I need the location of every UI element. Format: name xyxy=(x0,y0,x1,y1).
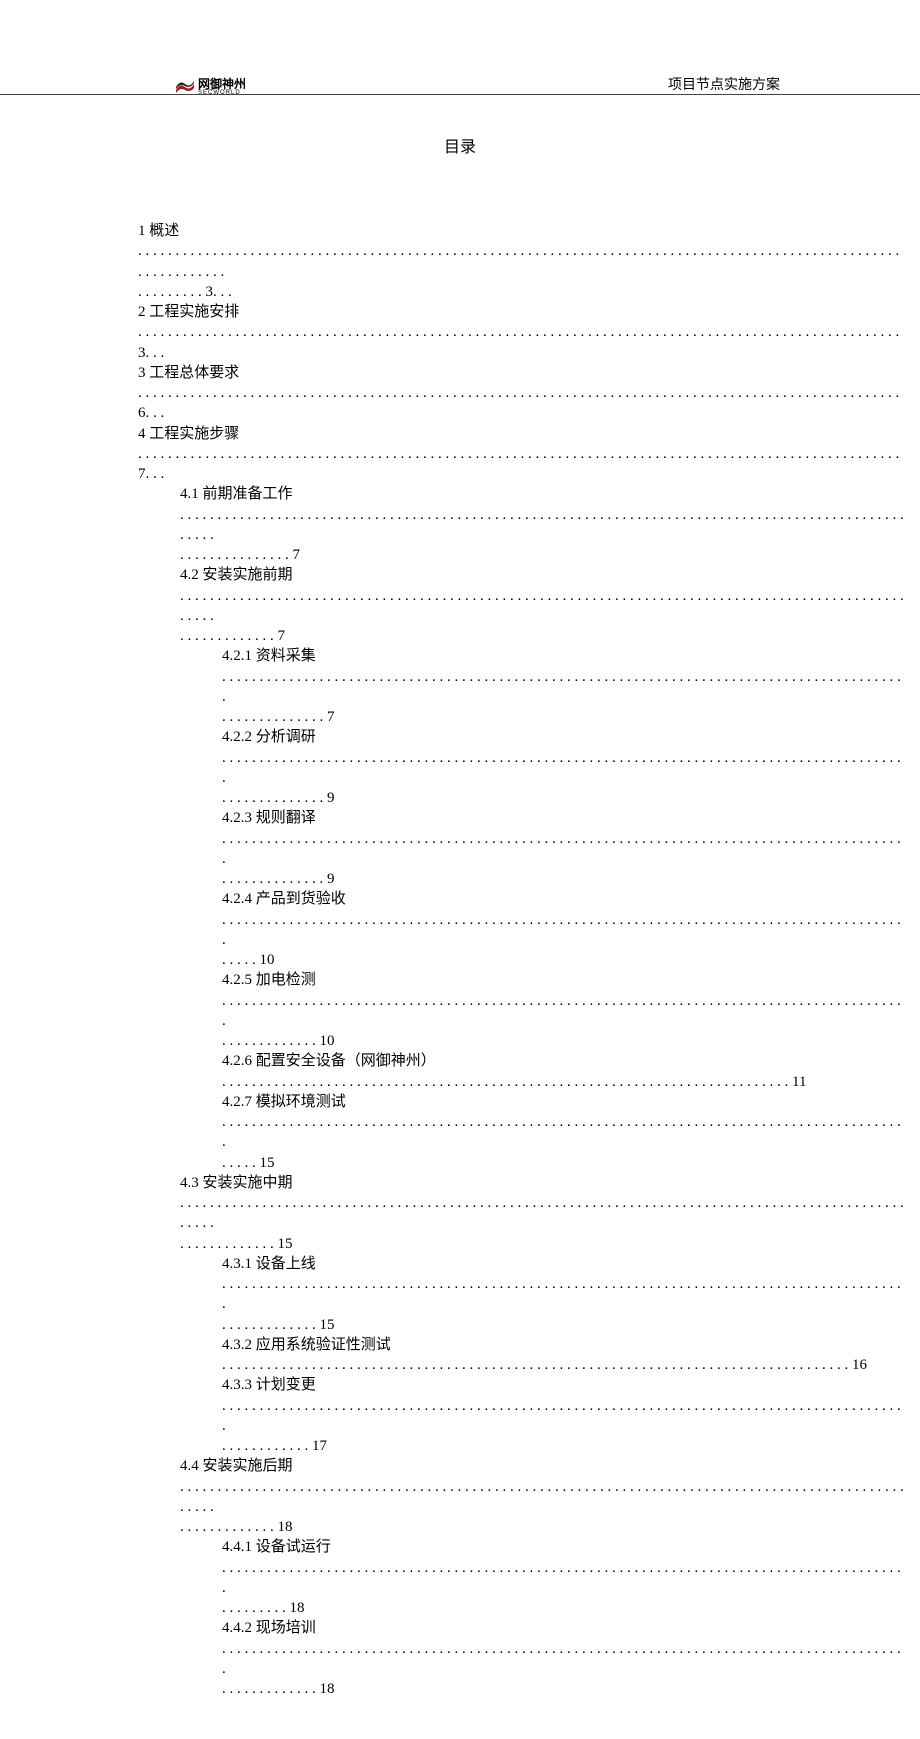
page-header: 网御神州 SECWORLD 项目节点实施方案 xyxy=(0,70,920,95)
toc-entry-leader: . . . . . . . . . 3. . . xyxy=(138,282,904,302)
toc-entry-title: 4.2.1 资料采集 xyxy=(222,646,904,666)
toc-entry-title: 4.3.1 设备上线 xyxy=(222,1254,904,1274)
toc-entry[interactable]: 4.2.5 加电检测. . . . . . . . . . . . . . . … xyxy=(138,970,904,1051)
toc-entry-leader: . . . . . . . . . . . . . . . . . . . . … xyxy=(138,241,904,282)
toc-entry[interactable]: 4.1 前期准备工作. . . . . . . . . . . . . . . … xyxy=(138,484,904,565)
toc-entry-title: 4.4.1 设备试运行 xyxy=(222,1537,904,1557)
toc-entry-leader: . . . . . . . . . . . . . . . . . . . . … xyxy=(222,910,904,951)
toc-entry-leader: . . . . . . . . . . . . . 18 xyxy=(222,1679,904,1699)
toc-entry-leader: . . . . . . . . . . . . . . . . . . . . … xyxy=(222,1072,904,1092)
toc-entry[interactable]: 4.3.3 计划变更. . . . . . . . . . . . . . . … xyxy=(138,1375,904,1456)
toc-entry-leader: . . . . . . . . . . . . . 10 xyxy=(222,1031,904,1051)
toc-entry-leader: . . . . . . . . . . . . . 15 xyxy=(180,1234,904,1254)
toc-entry[interactable]: 4.2.7 模拟环境测试. . . . . . . . . . . . . . … xyxy=(138,1092,904,1173)
logo: 网御神州 SECWORLD xyxy=(176,78,246,96)
toc-entry-leader: . . . . . . . . . . . . . . 7 xyxy=(222,707,904,727)
toc-entry-title: 1 概述 xyxy=(138,221,904,241)
header-doc-title: 项目节点实施方案 xyxy=(668,74,780,94)
toc-entry-title: 4.2.7 模拟环境测试 xyxy=(222,1092,904,1112)
toc-entry-leader: . . . . . . . . . . . . . . . . . . . . … xyxy=(138,383,904,424)
toc-entry-leader: . . . . . . . . . . . . . . . . . . . . … xyxy=(222,829,904,870)
toc-entry-leader: . . . . . . . . . . . . . . . . . . . . … xyxy=(222,1558,904,1599)
toc-entry[interactable]: 4.3.2 应用系统验证性测试. . . . . . . . . . . . .… xyxy=(138,1335,904,1376)
toc-entry-leader: . . . . . . . . . . . . . . 9 xyxy=(222,788,904,808)
toc-entry-title: 4.3.3 计划变更 xyxy=(222,1375,904,1395)
toc-entry[interactable]: 4.4.2 现场培训. . . . . . . . . . . . . . . … xyxy=(138,1618,904,1699)
toc-entry[interactable]: 4.2.3 规则翻译. . . . . . . . . . . . . . . … xyxy=(138,808,904,889)
toc-entry[interactable]: 4.2.6 配置安全设备（网御神州）. . . . . . . . . . . … xyxy=(138,1051,904,1092)
toc-entry[interactable]: 3 工程总体要求. . . . . . . . . . . . . . . . … xyxy=(138,363,904,424)
toc-entry-leader: . . . . . . . . . . . . . . . . . . . . … xyxy=(180,586,904,627)
toc-entry[interactable]: 4.4 安装实施后期. . . . . . . . . . . . . . . … xyxy=(138,1456,904,1537)
toc-entry-title: 3 工程总体要求 xyxy=(138,363,904,383)
toc-entry-leader: . . . . . . . . . . . . . . . . . . . . … xyxy=(222,1274,904,1315)
toc-entry-title: 4.2.5 加电检测 xyxy=(222,970,904,990)
toc-entry[interactable]: 4.3.1 设备上线. . . . . . . . . . . . . . . … xyxy=(138,1254,904,1335)
toc-entry-leader: . . . . . 15 xyxy=(222,1153,904,1173)
toc-entry[interactable]: 4 工程实施步骤. . . . . . . . . . . . . . . . … xyxy=(138,424,904,485)
logo-text: 网御神州 SECWORLD xyxy=(198,78,246,96)
toc-entry-leader: . . . . . . . . . . . . . . 9 xyxy=(222,869,904,889)
toc-entry-leader: . . . . . . . . . . . . . . . . . . . . … xyxy=(222,748,904,789)
toc-entry-leader: . . . . . . . . . . . . . . . . . . . . … xyxy=(222,1355,904,1375)
toc-entry[interactable]: 4.2.4 产品到货验收. . . . . . . . . . . . . . … xyxy=(138,889,904,970)
toc-entry-leader: . . . . . . . . . 18 xyxy=(222,1598,904,1618)
toc-entry-leader: . . . . . . . . . . . . . . . . . . . . … xyxy=(222,1396,904,1437)
toc-entry[interactable]: 4.2.2 分析调研. . . . . . . . . . . . . . . … xyxy=(138,727,904,808)
toc-entry-title: 4.2.2 分析调研 xyxy=(222,727,904,747)
logo-en: SECWORLD xyxy=(198,90,246,96)
toc-entry-title: 4.4 安装实施后期 xyxy=(180,1456,904,1476)
toc-entry-leader: . . . . . . . . . . . . 17 xyxy=(222,1436,904,1456)
toc-entry-leader: . . . . . . . . . . . . . . . . . . . . … xyxy=(222,991,904,1032)
toc-entry-leader: . . . . . . . . . . . . . 18 xyxy=(180,1517,904,1537)
toc-entry-title: 4.3.2 应用系统验证性测试 xyxy=(222,1335,904,1355)
toc-entry[interactable]: 4.2 安装实施前期. . . . . . . . . . . . . . . … xyxy=(138,565,904,646)
logo-cn: 网御神州 xyxy=(198,78,246,90)
toc-entry-leader: . . . . . . . . . . . . . . . . . . . . … xyxy=(180,1193,904,1234)
toc-entry-title: 4.4.2 现场培训 xyxy=(222,1618,904,1638)
toc-entry-leader: . . . . . . . . . . . . . . . . . . . . … xyxy=(222,667,904,708)
toc-entry-leader: . . . . . . . . . . . . . . . . . . . . … xyxy=(138,444,904,485)
toc-heading: 目录 xyxy=(0,133,920,157)
toc-entry[interactable]: 2 工程实施安排. . . . . . . . . . . . . . . . … xyxy=(138,302,904,363)
toc-entry-leader: . . . . . . . . . . . . . . . 7 xyxy=(180,545,904,565)
toc-entry-title: 4.3 安装实施中期 xyxy=(180,1173,904,1193)
toc-entry-title: 4 工程实施步骤 xyxy=(138,424,904,444)
toc-entry-leader: . . . . . . . . . . . . . . . . . . . . … xyxy=(222,1639,904,1680)
toc-entry-title: 4.2 安装实施前期 xyxy=(180,565,904,585)
toc-entry-title: 4.2.6 配置安全设备（网御神州） xyxy=(222,1051,904,1071)
toc-entry[interactable]: 4.3 安装实施中期. . . . . . . . . . . . . . . … xyxy=(138,1173,904,1254)
logo-icon xyxy=(176,81,194,93)
toc-entry-leader: . . . . . . . . . . . . . . . . . . . . … xyxy=(222,1112,904,1153)
toc-entry-title: 2 工程实施安排 xyxy=(138,302,904,322)
toc-entry-title: 4.1 前期准备工作 xyxy=(180,484,904,504)
toc-entry-leader: . . . . . . . . . . . . . . . . . . . . … xyxy=(138,322,904,363)
toc-entry-leader: . . . . . 10 xyxy=(222,950,904,970)
page: 网御神州 SECWORLD 项目节点实施方案 目录 1 概述. . . . . … xyxy=(0,0,920,1739)
table-of-contents: 1 概述. . . . . . . . . . . . . . . . . . … xyxy=(0,221,920,1699)
toc-entry-title: 4.2.3 规则翻译 xyxy=(222,808,904,828)
toc-entry-title: 4.2.4 产品到货验收 xyxy=(222,889,904,909)
toc-entry-leader: . . . . . . . . . . . . . . . . . . . . … xyxy=(180,1477,904,1518)
toc-entry[interactable]: 4.4.1 设备试运行. . . . . . . . . . . . . . .… xyxy=(138,1537,904,1618)
toc-entry-leader: . . . . . . . . . . . . . 15 xyxy=(222,1315,904,1335)
toc-entry-leader: . . . . . . . . . . . . . . . . . . . . … xyxy=(180,505,904,546)
toc-entry[interactable]: 4.2.1 资料采集. . . . . . . . . . . . . . . … xyxy=(138,646,904,727)
toc-entry[interactable]: 1 概述. . . . . . . . . . . . . . . . . . … xyxy=(138,221,904,302)
toc-entry-leader: . . . . . . . . . . . . . 7 xyxy=(180,626,904,646)
